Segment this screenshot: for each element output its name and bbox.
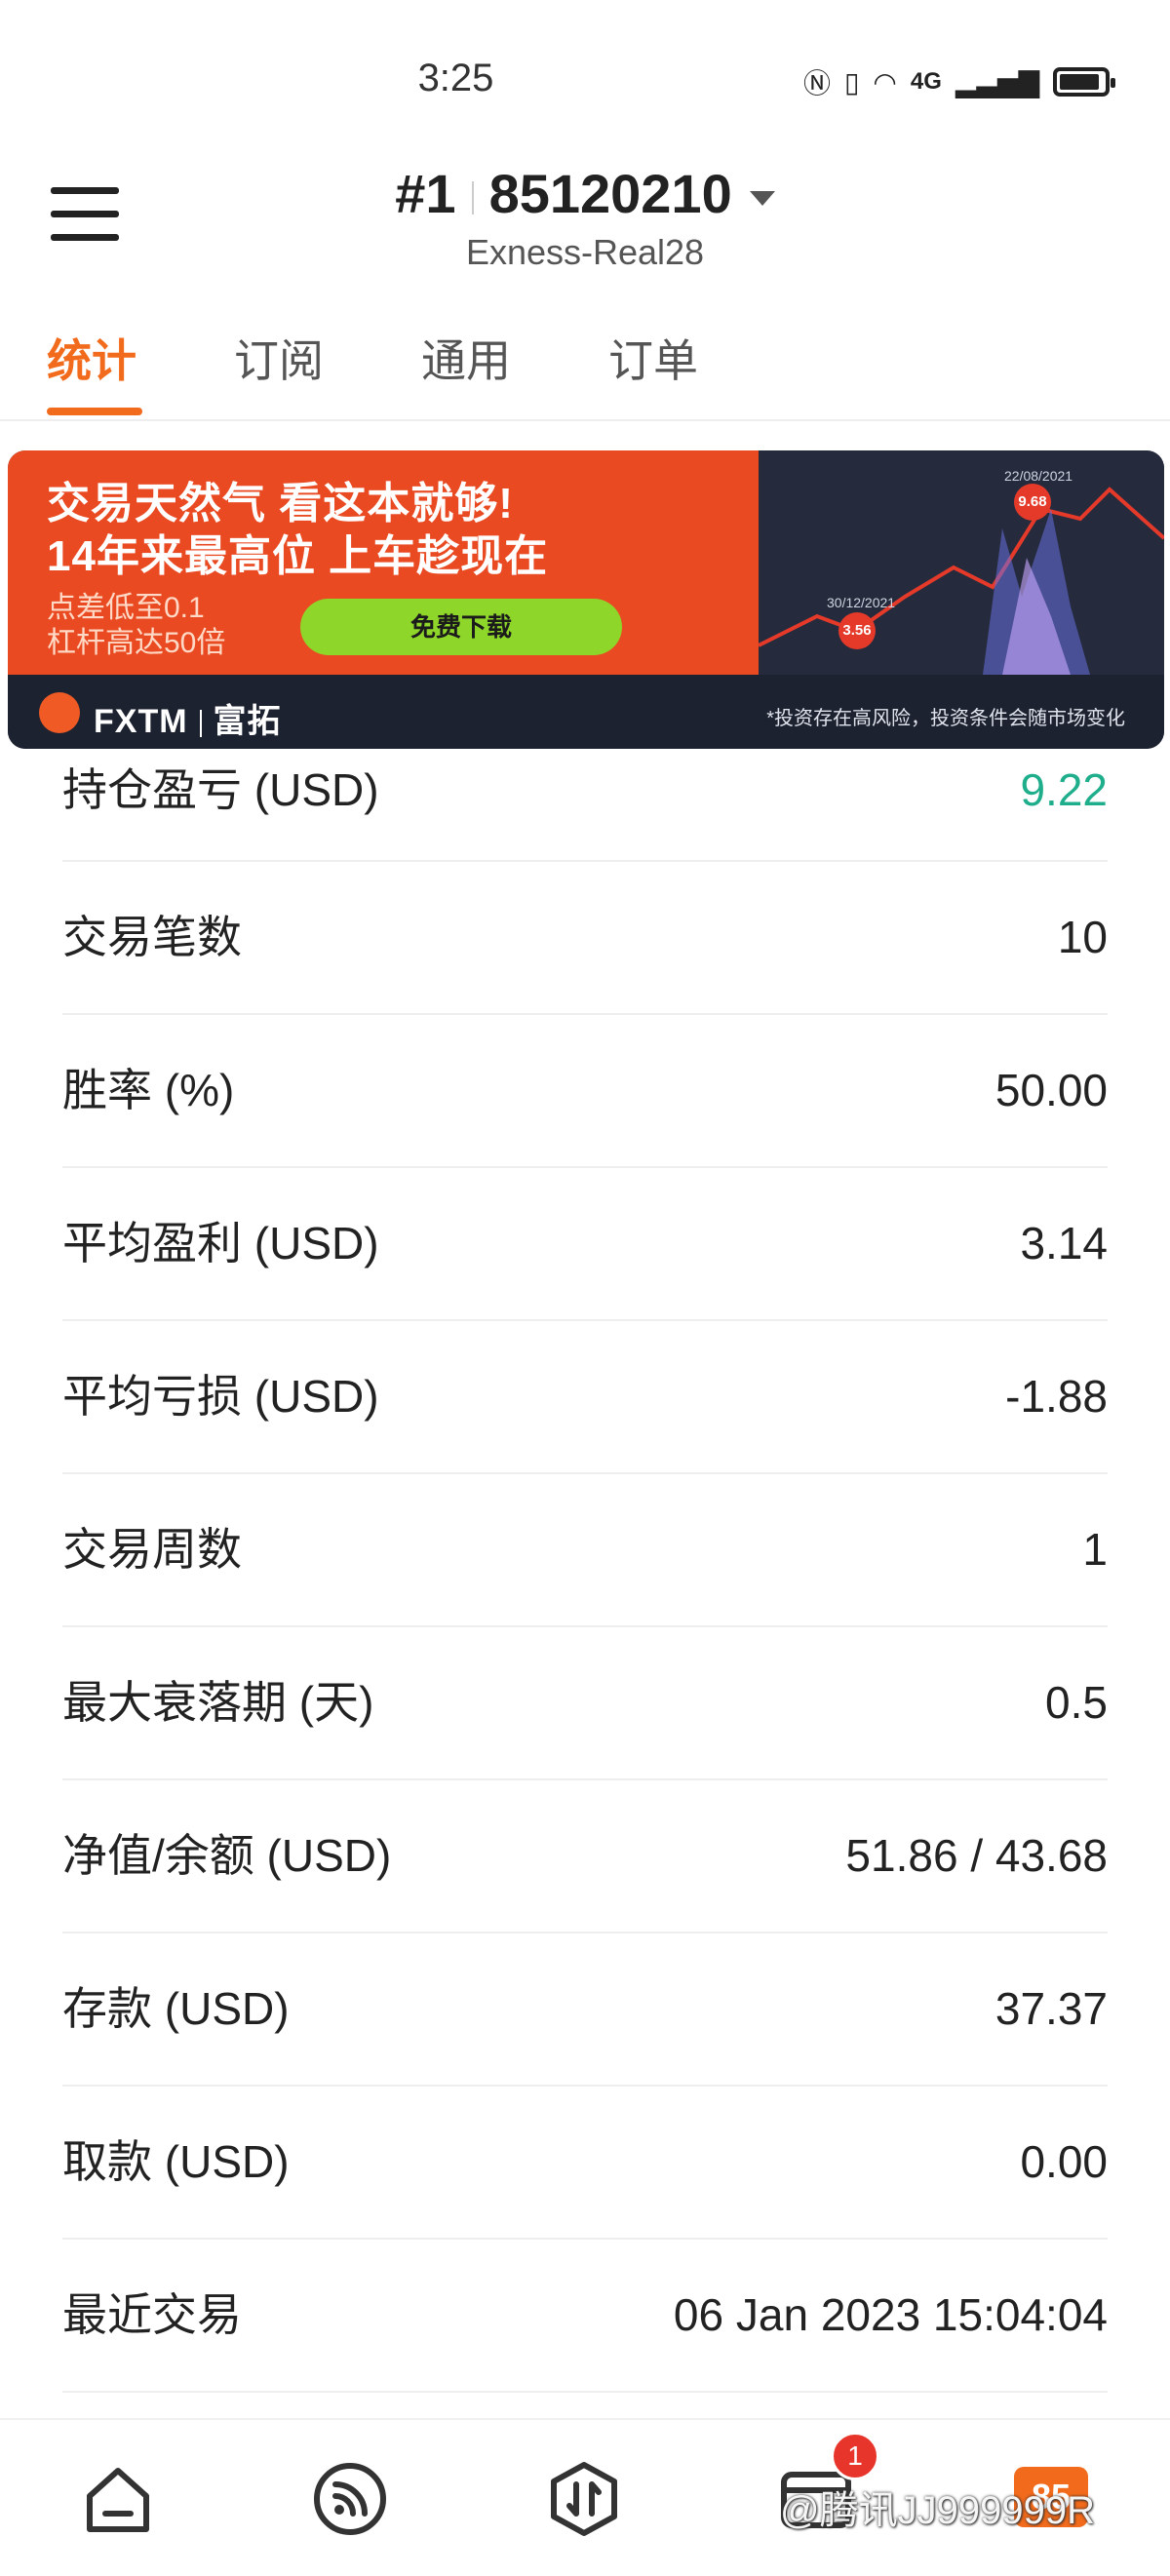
account-divider <box>471 181 474 215</box>
stat-label: 平均亏损 (USD) <box>62 1371 379 1422</box>
stat-value: 1 <box>1082 1524 1108 1575</box>
ad-download-button[interactable]: 免费下载 <box>300 599 622 655</box>
tab-statistics[interactable]: 统计 <box>47 326 136 390</box>
trade-icon[interactable] <box>546 2461 622 2537</box>
battery-icon <box>1053 67 1115 97</box>
wifi-icon: ◠ <box>873 66 897 98</box>
app-header: #1 85120210 Exness-Real28 <box>0 146 1170 293</box>
fxtm-logo-icon <box>39 692 80 733</box>
ad-arrow-shape <box>682 450 760 675</box>
server-name: Exness-Real28 <box>465 232 705 272</box>
orders-badge: 1 <box>831 2432 879 2480</box>
ad-title-line2: 14年来最高位 上车趁现在 <box>47 532 549 580</box>
stat-value: 0.00 <box>1020 2136 1108 2187</box>
stat-row: 存款 (USD) 37.37 <box>62 1933 1108 2087</box>
stat-row: 交易周数 1 <box>62 1474 1108 1627</box>
brand-name-cn: 富拓 <box>213 703 282 740</box>
stat-label: 最近交易 <box>62 2289 242 2340</box>
stat-value: 50.00 <box>994 1065 1108 1115</box>
cell-signal-icon: ▂▃▅▇ <box>955 66 1039 98</box>
stat-row-floating-pl: 持仓盈亏 (USD) 9.22 <box>62 757 1108 862</box>
tab-orders[interactable]: 订单 <box>608 326 698 390</box>
chevron-down-icon <box>749 190 775 206</box>
stat-label: 存款 (USD) <box>62 1983 290 2034</box>
stat-value: 9.22 <box>1020 764 1108 815</box>
nfc-icon: Ⓝ <box>802 68 831 98</box>
stat-value: -1.88 <box>1005 1371 1108 1422</box>
stat-label: 胜率 (%) <box>62 1065 235 1115</box>
signal-icon[interactable] <box>312 2461 388 2537</box>
stat-label: 交易周数 <box>62 1524 242 1575</box>
vibrate-icon: ▯ <box>843 66 860 98</box>
bottom-nav: 1 85 @腾讯JJ999999R <box>0 2418 1170 2576</box>
ad-value-low: 3.56 <box>838 612 876 649</box>
battery-fill <box>1060 74 1099 90</box>
tab-bar: 统计 订阅 通用 订单 <box>0 312 1170 421</box>
ad-value-high: 9.68 <box>1014 484 1051 521</box>
tab-general[interactable]: 通用 <box>421 326 511 390</box>
status-icons: Ⓝ ▯ ◠ 4G ▂▃▅▇ <box>802 62 1115 101</box>
brand-name: FXTM <box>94 703 188 740</box>
stat-label: 取款 (USD) <box>62 2136 290 2187</box>
stat-label: 交易笔数 <box>62 912 242 962</box>
stat-label: 最大衰落期 (天) <box>62 1677 374 1728</box>
stat-value: 51.86 / 43.68 <box>845 1830 1108 1881</box>
active-tab-indicator <box>47 408 142 415</box>
stat-label: 净值/余额 (USD) <box>62 1830 392 1881</box>
status-time: 3:25 <box>417 57 494 99</box>
stat-value: 06 Jan 2023 15:04:04 <box>673 2289 1108 2340</box>
stat-value: 0.5 <box>1045 1677 1108 1728</box>
stat-row: 平均亏损 (USD) -1.88 <box>62 1321 1108 1474</box>
stat-row: 平均盈利 (USD) 3.14 <box>62 1168 1108 1321</box>
stats-list: 持仓盈亏 (USD) 9.22 交易笔数 10 胜率 (%) 50.00 平均盈… <box>0 757 1170 2393</box>
stat-row: 最近交易 06 Jan 2023 15:04:04 <box>62 2240 1108 2393</box>
account-number: 85120210 <box>488 163 732 224</box>
ad-banner[interactable]: 交易天然气 看这本就够! 14年来最高位 上车趁现在 点差低至0.1 杠杆高达5… <box>8 450 1164 749</box>
brand-divider <box>199 710 202 738</box>
home-icon[interactable] <box>80 2461 156 2537</box>
stat-label: 持仓盈亏 (USD) <box>62 764 379 815</box>
stat-row: 交易笔数 10 <box>62 862 1108 1015</box>
tab-subscribe[interactable]: 订阅 <box>234 326 324 390</box>
ad-footer: FXTM 富拓 *投资存在高风险，投资条件会随市场变化 <box>8 675 1164 749</box>
stat-label: 平均盈利 (USD) <box>62 1218 379 1268</box>
status-bar: 3:25 Ⓝ ▯ ◠ 4G ▂▃▅▇ <box>0 0 1170 137</box>
ad-date-high: 22/08/2021 <box>1004 468 1073 484</box>
ad-disclaimer: *投资存在高风险，投资条件会随市场变化 <box>766 708 1125 729</box>
stat-row: 净值/余额 (USD) 51.86 / 43.68 <box>62 1780 1108 1933</box>
ad-chart-graphic <box>759 487 1164 675</box>
ad-date-low: 30/12/2021 <box>827 595 896 610</box>
account-selector[interactable]: #1 85120210 <box>0 162 1170 225</box>
fxtm-brand: FXTM 富拓 <box>94 694 282 742</box>
account-prefix: #1 <box>395 163 456 224</box>
stat-value: 37.37 <box>994 1983 1108 2034</box>
stat-value: 10 <box>1057 912 1108 962</box>
ad-sub-line2: 杠杆高达50倍 <box>47 627 226 659</box>
stat-row: 取款 (USD) 0.00 <box>62 2087 1108 2240</box>
stat-value: 3.14 <box>1020 1218 1108 1268</box>
watermark-text: @腾讯JJ999999R <box>780 2489 1095 2532</box>
stat-row: 胜率 (%) 50.00 <box>62 1015 1108 1168</box>
stat-row: 最大衰落期 (天) 0.5 <box>62 1627 1108 1780</box>
network-type: 4G <box>910 68 942 95</box>
